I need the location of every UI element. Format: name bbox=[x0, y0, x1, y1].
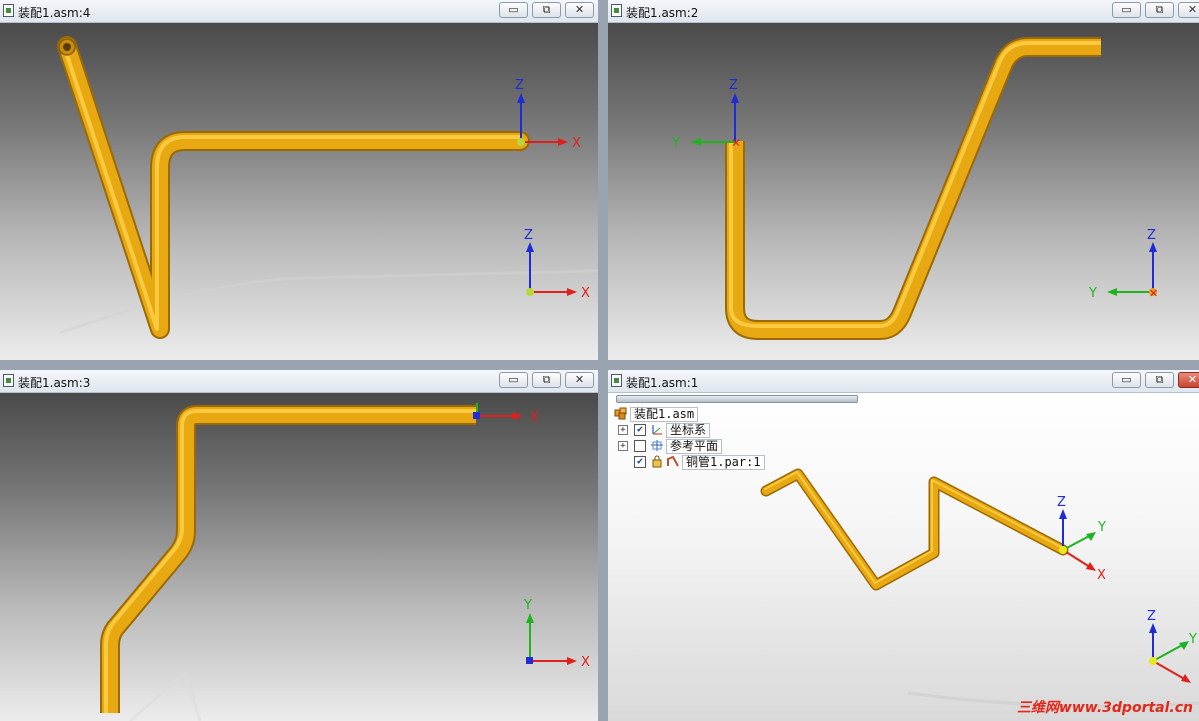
axis-z-label: Z bbox=[1147, 228, 1156, 243]
pipe-end-triad: ✕ Z Y bbox=[671, 78, 741, 151]
pipe[interactable] bbox=[57, 36, 530, 339]
close-button[interactable]: ✕ bbox=[565, 372, 594, 388]
3d-viewport[interactable]: Z X Z X bbox=[0, 23, 598, 360]
axis-x-label: X bbox=[530, 410, 539, 425]
assembly-icon bbox=[614, 407, 628, 420]
3d-viewport[interactable]: Z Y X Z Y 装配1.asm + ✔ 坐标系 + 参考平面 ✔ 铜管1.p… bbox=[608, 393, 1199, 721]
titlebar[interactable]: 装配1.asm:3 ▭ ⧉ ✕ bbox=[0, 370, 598, 393]
axis-x-marker-icon: ✕ bbox=[1149, 287, 1158, 300]
watermark: 三维网www.3dportal.cn bbox=[1016, 700, 1193, 716]
axis-x-label: X bbox=[581, 655, 590, 670]
titlebar[interactable]: 装配1.asm:2 ▭ ⧉ ✕ bbox=[608, 0, 1199, 23]
window-title: 装配1.asm:2 bbox=[626, 6, 699, 20]
pane-view-2[interactable]: 装配1.asm:2 ▭ ⧉ ✕ ✕ Z Y ✕ Z Y bbox=[608, 0, 1199, 360]
document-icon bbox=[611, 4, 622, 17]
axis-y-label: Y bbox=[1188, 632, 1197, 647]
3d-viewport[interactable]: X Y X bbox=[0, 393, 598, 721]
tree-item-label[interactable]: 铜管1.par:1 bbox=[682, 455, 765, 470]
titlebar[interactable]: 装配1.asm:1 ▭ ⧉ ✕ bbox=[608, 370, 1199, 393]
pane-view-1[interactable]: 装配1.asm:1 ▭ ⧉ ✕ Z Y X Z Y 装配1.asm + ✔ 坐标… bbox=[608, 370, 1199, 721]
close-button[interactable]: ✕ bbox=[565, 2, 594, 18]
close-button[interactable]: ✕ bbox=[1178, 2, 1199, 18]
reference-plane-icon bbox=[650, 439, 664, 452]
axis-z-label: Z bbox=[1057, 495, 1066, 510]
axis-y-label: Y bbox=[523, 598, 532, 613]
expand-icon[interactable]: + bbox=[618, 441, 628, 451]
minimize-button[interactable]: ▭ bbox=[1112, 372, 1141, 388]
close-button[interactable]: ✕ bbox=[1178, 372, 1199, 388]
pane-view-4[interactable]: 装配1.asm:4 ▭ ⧉ ✕ Z X Z X bbox=[0, 0, 598, 360]
tree-item-label[interactable]: 坐标系 bbox=[666, 423, 711, 438]
restore-button[interactable]: ⧉ bbox=[1145, 372, 1174, 388]
pipe[interactable] bbox=[725, 37, 1101, 340]
pipe-end-triad: Z Y X bbox=[1057, 495, 1106, 583]
axis-x-label: X bbox=[572, 136, 581, 151]
document-icon bbox=[3, 374, 14, 387]
window-title: 装配1.asm:3 bbox=[18, 376, 91, 390]
axis-z-label: Z bbox=[524, 228, 533, 243]
pipe-end-triad: X bbox=[473, 403, 539, 425]
restore-button[interactable]: ⧉ bbox=[532, 372, 561, 388]
axis-y-label: Y bbox=[671, 136, 680, 151]
viewport-canvas: ✕ Z Y ✕ Z Y bbox=[671, 37, 1158, 340]
axis-y-label: Y bbox=[1088, 286, 1097, 301]
restore-button[interactable]: ⧉ bbox=[1145, 2, 1174, 18]
part-icon bbox=[666, 455, 680, 468]
viewport-canvas: Z X Z X bbox=[57, 36, 598, 339]
lock-icon bbox=[650, 455, 664, 468]
viewport-canvas: X Y X bbox=[100, 403, 590, 721]
window-title: 装配1.asm:1 bbox=[626, 376, 699, 390]
axis-z-label: Z bbox=[515, 78, 524, 93]
window-title: 装配1.asm:4 bbox=[18, 6, 91, 20]
document-icon bbox=[3, 4, 14, 17]
3d-viewport[interactable]: ✕ Z Y ✕ Z Y bbox=[608, 23, 1199, 360]
expand-icon[interactable]: + bbox=[618, 425, 628, 435]
visibility-checkbox[interactable]: ✔ bbox=[634, 424, 646, 436]
tree-resize-handle[interactable] bbox=[616, 395, 858, 403]
axis-x-label: X bbox=[1097, 568, 1106, 583]
pipe[interactable] bbox=[760, 468, 1069, 591]
tree-item-label[interactable]: 参考平面 bbox=[666, 439, 723, 454]
axis-z-label: Z bbox=[729, 78, 738, 93]
visibility-checkbox[interactable] bbox=[634, 440, 646, 452]
minimize-button[interactable]: ▭ bbox=[499, 2, 528, 18]
axis-y-label: Y bbox=[1097, 520, 1106, 535]
pipe[interactable] bbox=[100, 405, 476, 713]
view-triad: Y X bbox=[523, 598, 590, 670]
minimize-button[interactable]: ▭ bbox=[499, 372, 528, 388]
view-triad: Z X bbox=[524, 228, 590, 301]
axis-x-label: X bbox=[581, 286, 590, 301]
view-triad: ✕ Z Y bbox=[1088, 228, 1158, 301]
axis-z-label: Z bbox=[1147, 609, 1156, 624]
view-triad: Z Y bbox=[1147, 609, 1197, 683]
floor-reflection bbox=[129, 670, 202, 721]
restore-button[interactable]: ⧉ bbox=[532, 2, 561, 18]
titlebar[interactable]: 装配1.asm:4 ▭ ⧉ ✕ bbox=[0, 0, 598, 23]
pane-view-3[interactable]: 装配1.asm:3 ▭ ⧉ ✕ X Y X bbox=[0, 370, 598, 721]
tree-root-label[interactable]: 装配1.asm bbox=[630, 407, 699, 422]
coordinate-system-icon bbox=[650, 423, 664, 436]
axis-x-marker-icon: ✕ bbox=[731, 136, 741, 150]
visibility-checkbox[interactable]: ✔ bbox=[634, 456, 646, 468]
minimize-button[interactable]: ▭ bbox=[1112, 2, 1141, 18]
document-icon bbox=[611, 374, 622, 387]
